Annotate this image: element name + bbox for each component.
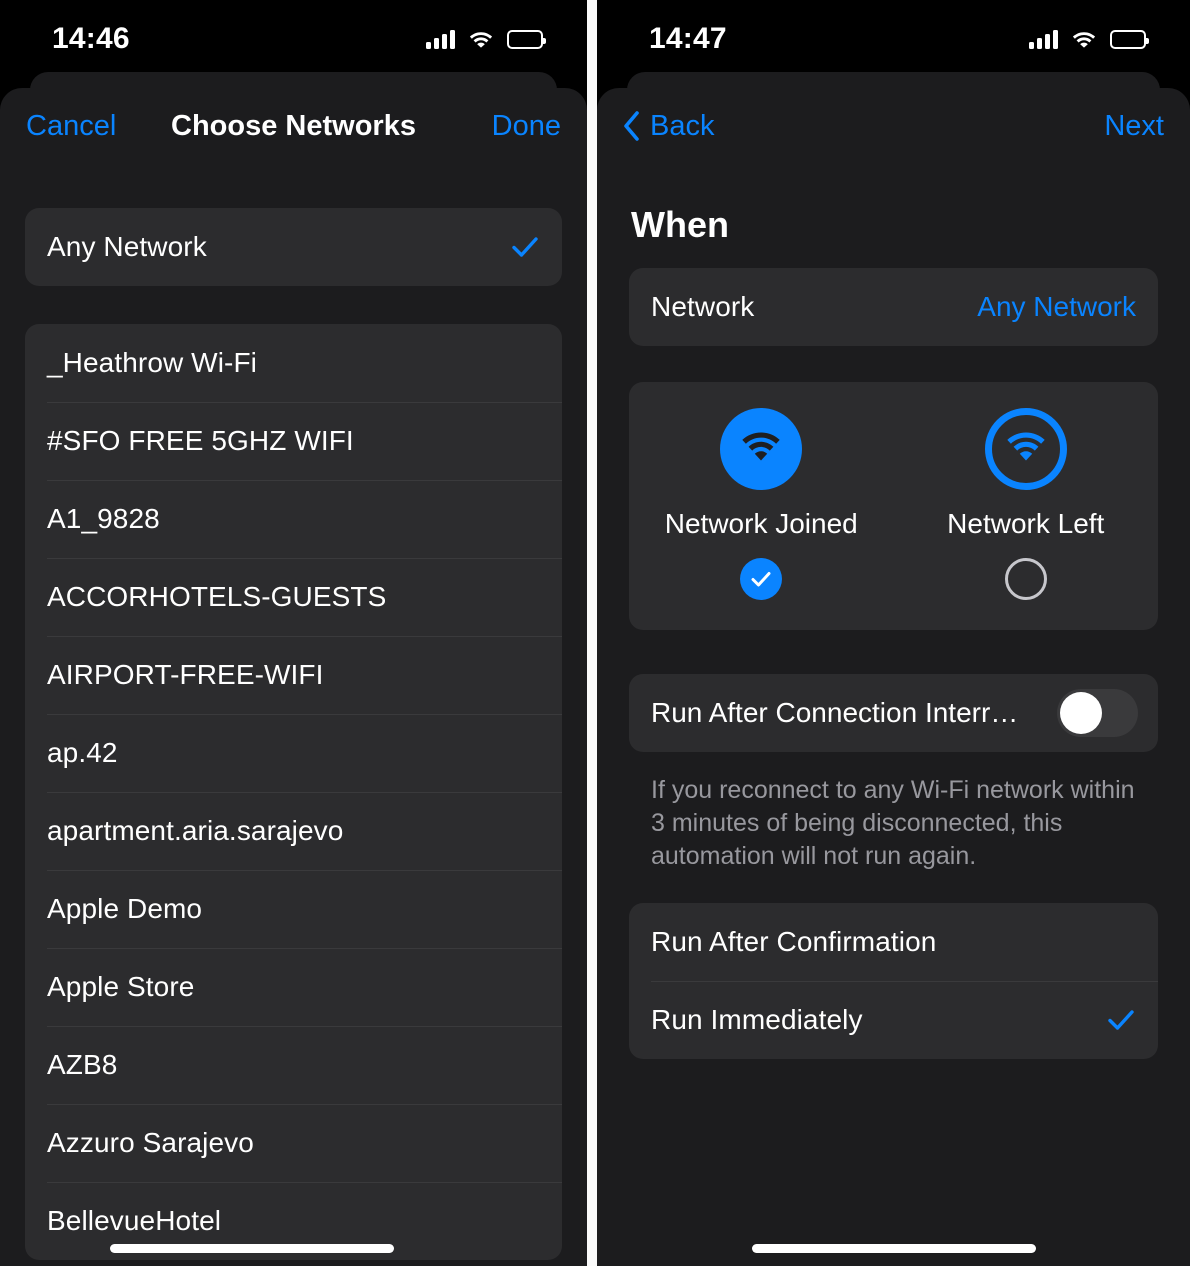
network-list-item-label: Apple Demo — [47, 893, 203, 924]
network-row-value: Any Network — [977, 291, 1136, 322]
status-bar-icons — [426, 29, 546, 49]
radio-unselected-icon[interactable] — [1004, 558, 1047, 600]
panel-divider — [587, 0, 597, 1266]
wifi-outline-circle-icon — [984, 408, 1067, 490]
wifi-icon — [468, 29, 494, 49]
run-option-label: Run After Confirmation — [651, 926, 937, 957]
network-list-item-label: _Heathrow Wi-Fi — [47, 347, 257, 378]
network-list-item-label: AZB8 — [47, 1049, 118, 1080]
network-list-item[interactable]: _Heathrow Wi-Fi — [25, 324, 562, 402]
network-list-item[interactable]: Azzuro Sarajevo — [25, 1104, 562, 1182]
run-after-interruption-card: Run After Connection Interr… — [629, 674, 1158, 752]
network-list-item-label: A1_9828 — [47, 503, 160, 534]
trigger-option-network-left[interactable]: Network Left — [894, 408, 1159, 600]
trigger-options-card: Network Joined Network Left — [629, 382, 1158, 630]
cellular-bars-icon — [1029, 29, 1058, 49]
network-list-item[interactable]: AIRPORT-FREE-WIFI — [25, 636, 562, 714]
network-list-item[interactable]: Apple Demo — [25, 870, 562, 948]
run-option-label: Run Immediately — [651, 1004, 863, 1035]
battery-icon — [507, 29, 546, 49]
wifi-filled-circle-icon — [720, 408, 803, 490]
navigation-bar: Cancel Choose Networks Done — [0, 88, 587, 164]
home-indicator — [110, 1244, 395, 1253]
done-button[interactable]: Done — [492, 110, 561, 143]
toggle-knob — [1060, 692, 1102, 734]
left-phone-screen: 14:46 Cancel Choose Networks Done Any Ne… — [0, 0, 587, 1266]
network-list-item-label: BellevueHotel — [47, 1205, 222, 1236]
network-list: _Heathrow Wi-Fi #SFO FREE 5GHZ WIFI A1_982… — [25, 324, 562, 1260]
network-list-item-label: ap.42 — [47, 737, 118, 768]
network-list-item-label: #SFO FREE 5GHZ WIFI — [47, 425, 354, 456]
network-list-item[interactable]: #SFO FREE 5GHZ WIFI — [25, 402, 562, 480]
radio-selected-icon[interactable] — [740, 558, 783, 600]
trigger-label: Network Joined — [664, 508, 858, 539]
run-after-interruption-toggle[interactable] — [1057, 689, 1138, 737]
status-bar-time: 14:46 — [52, 22, 130, 55]
dual-screenshot-root: 14:46 Cancel Choose Networks Done Any Ne… — [0, 0, 1190, 1266]
when-content: When Network Any Network Network Joined … — [597, 204, 1190, 1059]
network-list-item-label: AIRPORT-FREE-WIFI — [47, 659, 324, 690]
checkmark-icon — [510, 232, 540, 262]
run-option-row[interactable]: Run Immediately — [629, 981, 1158, 1059]
cellular-bars-icon — [426, 29, 455, 49]
network-list-item[interactable]: Apple Store — [25, 948, 562, 1026]
chevron-left-icon — [623, 111, 640, 141]
cancel-button[interactable]: Cancel — [26, 110, 116, 143]
any-network-card: Any Network — [25, 208, 562, 286]
network-list-item[interactable]: ap.42 — [25, 714, 562, 792]
networks-content: Any Network _Heathrow Wi-Fi #SFO FREE 5GH… — [0, 208, 587, 1260]
home-indicator — [751, 1244, 1036, 1253]
network-list-item-label: ACCORHOTELS-GUESTS — [47, 581, 387, 612]
network-list-item[interactable]: AZB8 — [25, 1026, 562, 1104]
checkmark-icon — [1106, 1005, 1136, 1035]
wifi-icon — [1071, 29, 1097, 49]
network-row-label: Network — [651, 291, 755, 322]
trigger-option-network-joined[interactable]: Network Joined — [629, 408, 894, 600]
run-option-row[interactable]: Run After Confirmation — [629, 903, 1158, 981]
network-list-item[interactable]: ACCORHOTELS-GUESTS — [25, 558, 562, 636]
network-list-item-label: apartment.aria.sarajevo — [47, 815, 344, 846]
right-phone-screen: 14:47 Back Next When Network Any Network… — [597, 0, 1190, 1266]
network-row[interactable]: Network Any Network — [629, 268, 1158, 346]
interruption-footnote: If you reconnect to any Wi-Fi network wi… — [651, 776, 1135, 870]
back-button[interactable]: Back — [623, 110, 714, 143]
trigger-label: Network Left — [947, 508, 1105, 539]
status-bar: 14:46 — [0, 0, 587, 78]
run-after-interruption-label: Run After Connection Interr… — [651, 697, 1019, 728]
next-button[interactable]: Next — [1104, 110, 1164, 143]
any-network-label: Any Network — [47, 231, 207, 262]
section-heading-when: When — [631, 204, 729, 245]
automation-when-sheet: Back Next When Network Any Network Netwo… — [597, 88, 1190, 1266]
back-label: Back — [650, 109, 715, 142]
network-card: Network Any Network — [629, 268, 1158, 346]
battery-icon — [1110, 29, 1149, 49]
network-list-item-label: Apple Store — [47, 971, 195, 1002]
choose-networks-sheet: Cancel Choose Networks Done Any Network — [0, 88, 587, 1266]
any-network-row[interactable]: Any Network — [25, 208, 562, 286]
status-bar: 14:47 — [597, 0, 1190, 78]
status-bar-time: 14:47 — [649, 22, 727, 55]
network-list-item[interactable]: apartment.aria.sarajevo — [25, 792, 562, 870]
navigation-bar: Back Next — [597, 88, 1190, 164]
network-list-item-label: Azzuro Sarajevo — [47, 1127, 254, 1158]
status-bar-icons — [1029, 29, 1149, 49]
network-list-item[interactable]: A1_9828 — [25, 480, 562, 558]
run-options-card: Run After Confirmation Run Immediately — [629, 903, 1158, 1059]
